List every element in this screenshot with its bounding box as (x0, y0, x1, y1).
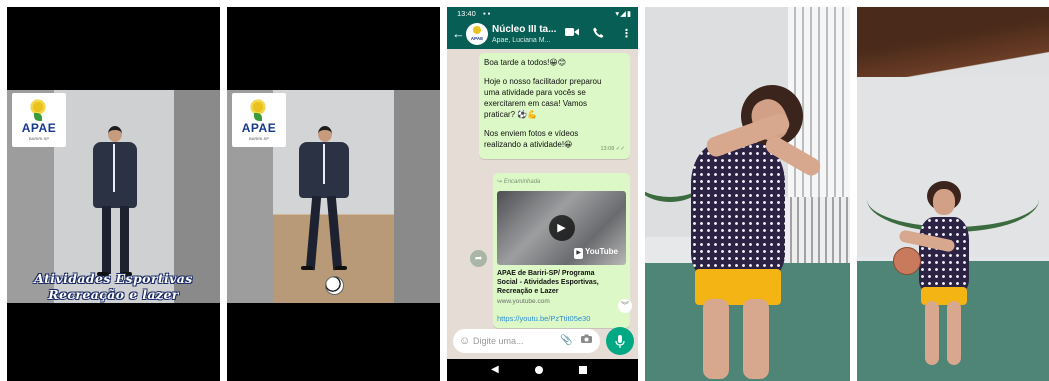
nav-recent-icon[interactable] (579, 366, 587, 374)
camera-icon[interactable] (581, 334, 592, 348)
sun-icon (473, 26, 481, 34)
forwarded-label: ↪ Encaminhada (497, 179, 541, 185)
message-line: Boa tarde a todos!😀😊 (484, 58, 567, 67)
link-title: APAE de Bariri-SP/ Programa Social - Ati… (497, 270, 599, 295)
message-line: Nos enviem fotos e vídeos (484, 129, 579, 138)
video-scene: APAE BARIRI-SP Atividades Esportivas Rec… (7, 90, 220, 303)
caption-line-1: Atividades Esportivas (34, 271, 193, 286)
ball (893, 247, 921, 275)
caption-line-2: Recreação e lazer (48, 287, 179, 302)
leaf-icon (34, 113, 42, 121)
logo-subtitle: BARIRI-SP (248, 136, 269, 141)
play-icon[interactable]: ▶ (548, 215, 575, 241)
forwarded-message[interactable]: ↪ Encaminhada ▶ ▶ YouTube APAE de Bariri-… (493, 173, 630, 328)
phone-icon[interactable] (593, 27, 604, 42)
group-name[interactable]: Núcleo III ta... (492, 24, 556, 35)
more-vertical-icon[interactable]: ⋮ (621, 27, 632, 41)
emoji-icon[interactable]: ☺ (459, 334, 470, 348)
message-line: uma atividade para vocês se (484, 88, 586, 97)
message-line: praticar? ⚽💪 (484, 110, 538, 119)
message-line: exercitarem em casa! Vamos (484, 99, 587, 108)
status-bar: 13:40 ▪▪ ▾◢▮ (447, 7, 638, 20)
leaf-icon (254, 113, 262, 121)
apae-logo: APAE BARIRI-SP (232, 93, 286, 147)
video-frame-2: APAE BARIRI-SP (227, 7, 440, 381)
link-domain: www.youtube.com (497, 298, 550, 305)
link-url[interactable]: https://youtu.be/PzTtit05e30 (497, 313, 626, 324)
logo-brand: APAE (241, 121, 277, 135)
whatsapp-screen: 13:40 ▪▪ ▾◢▮ ← APAE Núcleo III ta... Apa… (447, 7, 638, 381)
logo-subtitle: BARIRI-SP (28, 136, 49, 141)
microphone-icon[interactable] (606, 327, 634, 355)
soccer-ball (325, 276, 344, 295)
photo-stretching (645, 7, 850, 381)
photo-ball-exercise (857, 7, 1049, 381)
status-time: 13:40 (457, 9, 476, 18)
signal-battery-icon: ▾◢▮ (615, 9, 632, 18)
message-bubble[interactable]: Boa tarde a todos!😀😊 Hoje o nosso facili… (479, 53, 630, 159)
share-icon[interactable]: ➦ (470, 250, 487, 267)
nav-home-icon[interactable] (535, 366, 543, 374)
message-line: Hoje o nosso facilitador preparou (484, 77, 602, 86)
wall-right (394, 90, 440, 303)
youtube-logo: ▶ YouTube (574, 246, 618, 259)
paperclip-icon[interactable]: 📎 (560, 334, 572, 348)
avatar-label: APAE (470, 36, 484, 41)
group-avatar[interactable]: APAE (466, 23, 488, 45)
nav-back-icon[interactable]: ◀ (491, 363, 499, 377)
apae-logo: APAE BARIRI-SP (12, 93, 66, 147)
video-frame-1: APAE BARIRI-SP Atividades Esportivas Rec… (7, 7, 220, 381)
group-members: Apae, Luciana M... (492, 37, 551, 44)
message-input-bar: ☺ 📎 (453, 329, 600, 353)
video-camera-icon[interactable] (565, 27, 579, 41)
video-scene: APAE BARIRI-SP (227, 90, 440, 303)
chevron-down-icon[interactable]: ︾ (618, 299, 632, 313)
chat-header: ← APAE Núcleo III ta... Apae, Luciana M.… (447, 20, 638, 49)
message-input[interactable] (473, 333, 545, 349)
logo-brand: APAE (21, 121, 57, 135)
notification-icons: ▪▪ (483, 9, 493, 18)
roof (857, 7, 1049, 85)
video-thumbnail[interactable]: ▶ ▶ YouTube (497, 191, 626, 265)
arrow-left-icon[interactable]: ← (452, 27, 465, 40)
android-nav-bar: ◀ (447, 359, 638, 381)
